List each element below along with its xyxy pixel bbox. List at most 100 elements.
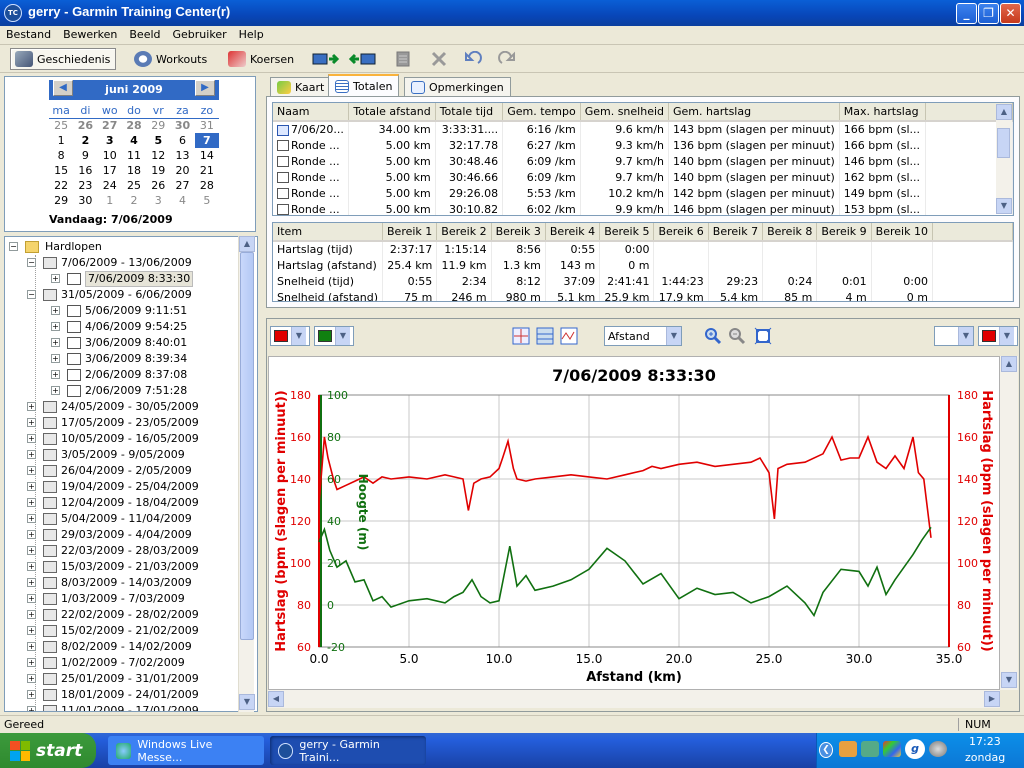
zones-column-header[interactable]: Bereik 2	[436, 223, 492, 242]
app-icon[interactable]: TC	[4, 4, 22, 22]
calendar-day[interactable]: 20	[170, 163, 194, 178]
calendar-day[interactable]: 26	[73, 118, 97, 133]
delete-icon[interactable]	[430, 51, 448, 67]
calendar-day[interactable]: 8	[49, 148, 73, 163]
tab-totalen[interactable]: Totalen	[328, 74, 400, 97]
shield-icon[interactable]	[883, 741, 901, 757]
lap-row[interactable]: Ronde ... 5.00 km 30:48.46 6:09 /km 9.7 km/h…	[273, 153, 1013, 169]
zones-column-header[interactable]: Bereik 5	[599, 223, 655, 242]
laps-column-header[interactable]: Totale afstand	[348, 103, 436, 122]
properties-icon[interactable]	[394, 51, 412, 67]
calendar-day-selected[interactable]: 7	[194, 133, 219, 148]
chart-horizontal-scrollbar[interactable]: ◀ ▶	[268, 690, 1000, 708]
zones-column-header[interactable]	[932, 223, 1013, 242]
laps-scroll-down[interactable]: ▼	[996, 198, 1012, 214]
laps-column-header[interactable]: Gem. tempo	[502, 103, 581, 122]
calendar-day[interactable]: 24	[98, 178, 122, 193]
x-axis-select[interactable]: Afstand ▼	[604, 326, 682, 346]
menu-bestand[interactable]: Bestand	[0, 26, 57, 41]
clock-time[interactable]: 17:23	[969, 735, 1001, 748]
lap-row[interactable]: Ronde ... 5.00 km 32:17.78 6:27 /km 9.3 km/h…	[273, 137, 1013, 153]
scroll-up-arrow[interactable]: ▲	[239, 236, 255, 252]
title-bar[interactable]: TC gerry - Garmin Training Center(r) _ ❐…	[0, 0, 1024, 26]
menu-bewerken[interactable]: Bewerken	[57, 26, 123, 41]
lap-row[interactable]: Ronde ... 5.00 km 30:10.82 6:02 /km 9.9 km/h…	[273, 201, 1013, 215]
collapse-icon[interactable]: −	[27, 290, 36, 299]
calendar-day[interactable]: 4	[122, 133, 146, 148]
tab-kaart[interactable]: Kaart	[270, 77, 332, 97]
laps-column-header[interactable]: Gem. hartslag	[668, 103, 840, 122]
lap-row[interactable]: Ronde ... 5.00 km 30:46.66 6:09 /km 9.7 km/h…	[273, 169, 1013, 185]
chart-vertical-scrollbar[interactable]: ▲ ▼	[1000, 356, 1018, 690]
expand-icon[interactable]: +	[27, 706, 36, 711]
maximize-button[interactable]: ❐	[978, 3, 999, 24]
laps-column-header[interactable]: Totale tijd	[435, 103, 504, 122]
prev-month-button[interactable]: ◀	[53, 80, 73, 96]
courses-button[interactable]: Koersen	[224, 48, 302, 70]
calendar-day[interactable]: 19	[146, 163, 170, 178]
calendar-day[interactable]: 29	[146, 118, 170, 133]
left-axis-color-1[interactable]: ▼	[270, 326, 310, 346]
calendar-day[interactable]: 11	[122, 148, 146, 163]
calendar-day[interactable]: 9	[73, 148, 97, 163]
expand-icon[interactable]: +	[51, 338, 60, 347]
calendar-day[interactable]: 31	[195, 118, 219, 133]
redo-icon[interactable]	[498, 51, 516, 67]
menu-help[interactable]: Help	[233, 26, 270, 41]
laps-scrollbar[interactable]: ▲ ▼	[996, 104, 1012, 214]
activity-total-row[interactable]: 7/06/20... 34.00 km 3:33:31.... 6:16 /km 9.6…	[273, 121, 1013, 137]
laps-column-header[interactable]: Gem. snelheid	[580, 103, 670, 122]
zones-column-header[interactable]: Bereik 8	[762, 223, 818, 242]
laps-column-header[interactable]: Max. hartslag	[839, 103, 926, 122]
expand-icon[interactable]: +	[27, 466, 36, 475]
calendar-day[interactable]: 4	[170, 193, 194, 208]
calendar-day[interactable]: 23	[73, 178, 97, 193]
zones-column-header[interactable]: Bereik 7	[708, 223, 764, 242]
zones-column-header[interactable]: Bereik 1	[382, 223, 438, 242]
expand-icon[interactable]: +	[27, 562, 36, 571]
start-button[interactable]: start	[0, 733, 96, 768]
expand-icon[interactable]: +	[27, 610, 36, 619]
tree-scroll-thumb[interactable]	[240, 252, 254, 640]
calendar-day[interactable]: 26	[146, 178, 170, 193]
undo-icon[interactable]	[464, 51, 482, 67]
calendar-day[interactable]: 16	[73, 163, 97, 178]
java-icon[interactable]	[839, 741, 857, 757]
chart-canvas[interactable]: 0.0 5.0 10.0 15.0 20.0 25.0 30.0 35.0 60 60 80 80 10…	[268, 356, 1000, 690]
task-windows-live-messenger[interactable]: Windows Live Messe...	[108, 736, 264, 765]
zoom-in-icon[interactable]	[704, 327, 722, 345]
menu-gebruiker[interactable]: Gebruiker	[167, 26, 233, 41]
zones-column-header[interactable]: Bereik 4	[545, 223, 601, 242]
receive-from-device-icon[interactable]	[348, 51, 378, 67]
collapse-icon[interactable]: −	[9, 242, 18, 251]
expand-icon[interactable]: +	[27, 514, 36, 523]
calendar-day[interactable]: 17	[98, 163, 122, 178]
scroll-down-arrow[interactable]: ▼	[239, 694, 255, 710]
calendar-day[interactable]: 27	[170, 178, 194, 193]
calendar-day[interactable]: 15	[49, 163, 73, 178]
expand-icon[interactable]: +	[51, 306, 60, 315]
expand-icon[interactable]: +	[27, 642, 36, 651]
expand-icon[interactable]: +	[27, 690, 36, 699]
zones-column-header[interactable]: Bereik 6	[653, 223, 709, 242]
expand-icon[interactable]: +	[27, 674, 36, 683]
calendar-today[interactable]: Vandaag: 7/06/2009	[49, 213, 173, 226]
calendar-day[interactable]: 1	[98, 193, 122, 208]
crosshair-icon[interactable]	[512, 327, 530, 345]
calendar-day[interactable]: 14	[195, 148, 219, 163]
right-axis-select[interactable]: ▼	[934, 326, 974, 346]
expand-icon[interactable]: +	[27, 402, 36, 411]
layout-icon[interactable]	[536, 327, 554, 345]
zones-column-header[interactable]: Item	[273, 223, 383, 242]
laps-column-header[interactable]: Naam	[273, 103, 350, 122]
zoom-out-icon[interactable]	[728, 327, 746, 345]
network-icon[interactable]	[861, 741, 879, 757]
calendar-day[interactable]: 30	[73, 193, 97, 208]
calendar-day[interactable]: 2	[73, 133, 97, 148]
left-axis-color-2[interactable]: ▼	[314, 326, 354, 346]
expand-icon[interactable]: +	[27, 498, 36, 507]
expand-icon[interactable]: +	[27, 626, 36, 635]
expand-icon[interactable]: +	[51, 274, 60, 283]
expand-icon[interactable]: +	[51, 386, 60, 395]
calendar-day[interactable]: 25	[122, 178, 146, 193]
